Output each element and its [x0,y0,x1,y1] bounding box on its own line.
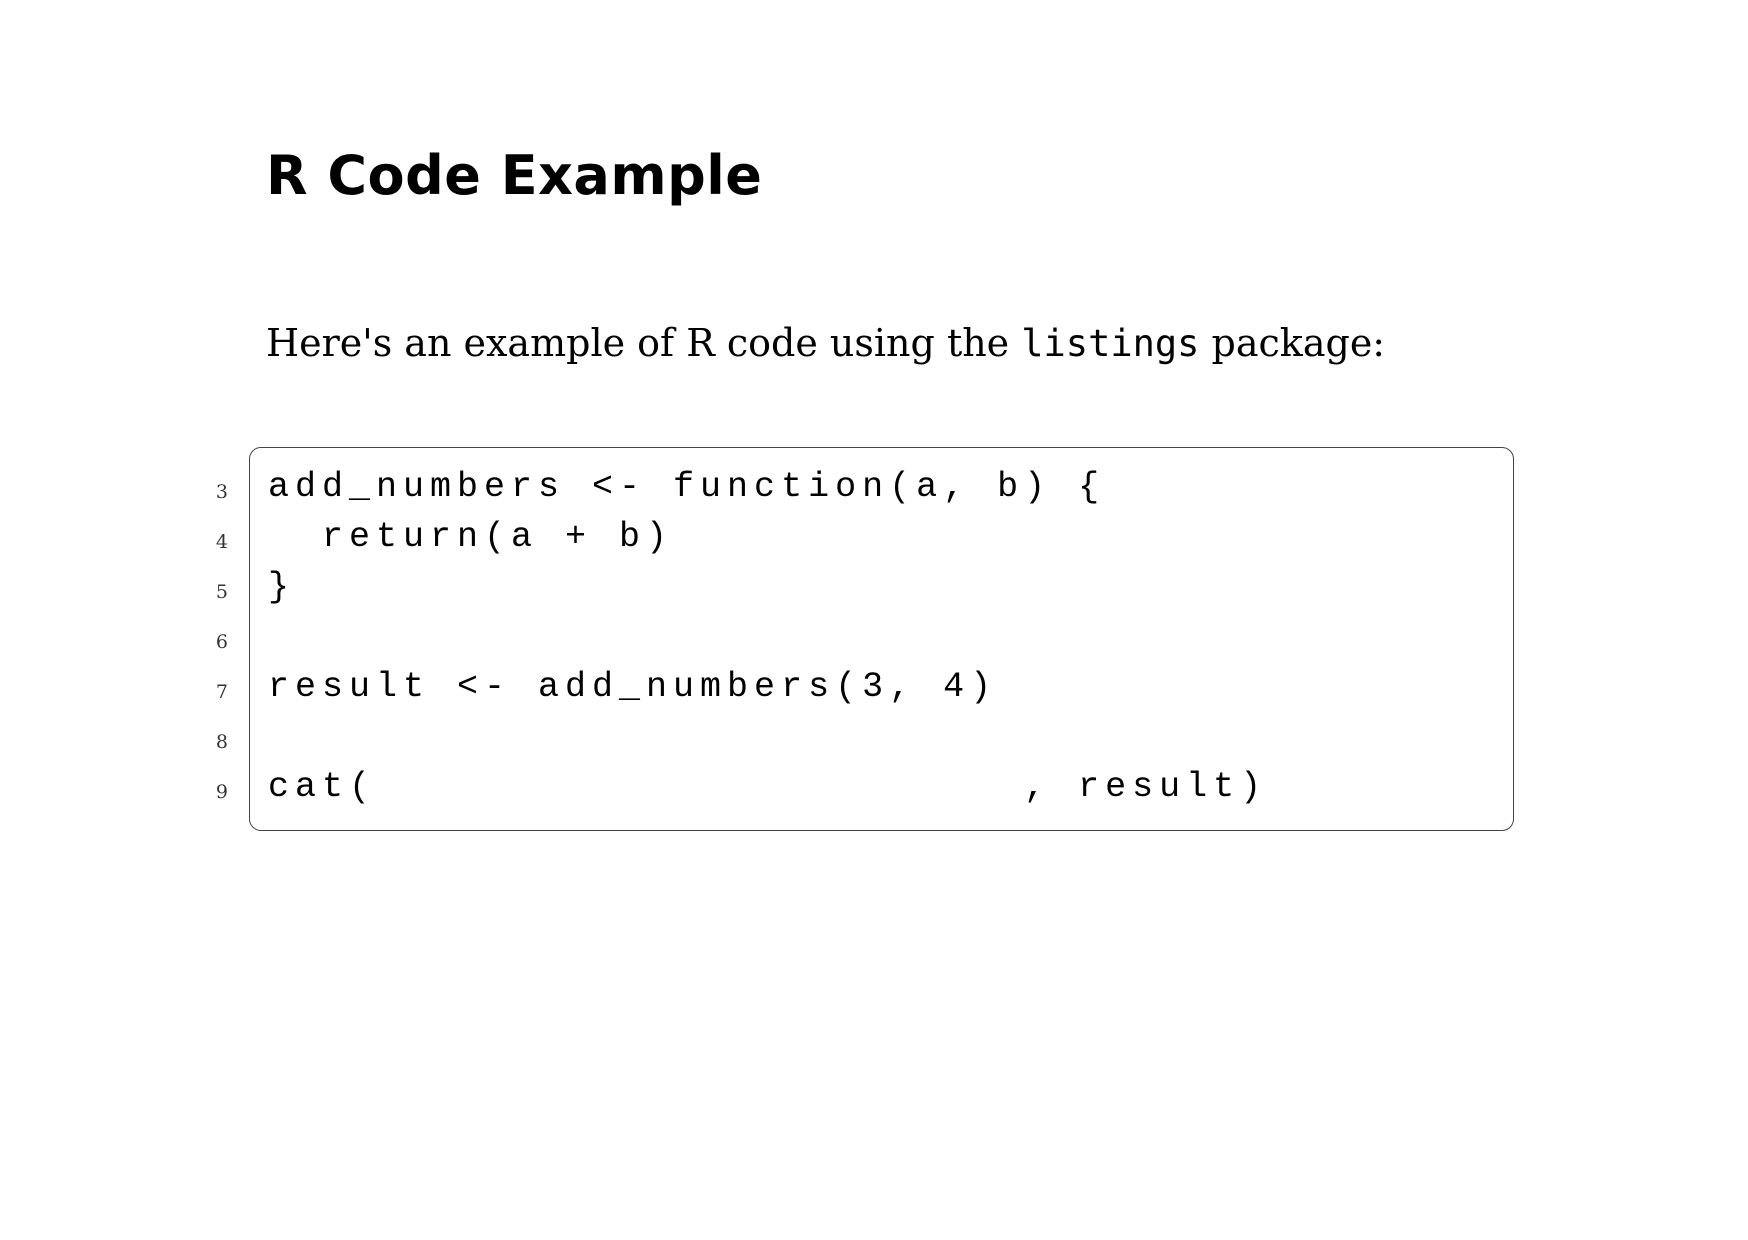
code-line: return(a + b) [268,517,674,557]
line-number: 5 [215,581,228,603]
line-number: 6 [215,631,228,653]
line-number: 4 [215,531,228,553]
package-name: listings [1021,322,1200,365]
line-number: 9 [215,781,228,803]
intro-text-before: Here's an example of R code using the [266,321,1022,365]
line-number: 8 [215,731,228,753]
code-line: } [268,567,296,607]
code-listing: add_numbers <- function(a, b) { return(a… [268,462,1267,812]
line-number-gutter: 3 4 5 6 7 8 9 [196,467,228,817]
intro-text-after: package: [1199,321,1386,365]
code-line: cat( , result) [268,767,1268,807]
code-line: result <- add_numbers(3, 4) [268,667,998,707]
intro-paragraph: Here's an example of R code using the li… [266,318,1385,369]
code-line: add_numbers <- function(a, b) { [268,467,1106,507]
line-number: 3 [215,481,228,503]
page-title: R Code Example [266,144,763,207]
line-number: 7 [215,681,228,703]
